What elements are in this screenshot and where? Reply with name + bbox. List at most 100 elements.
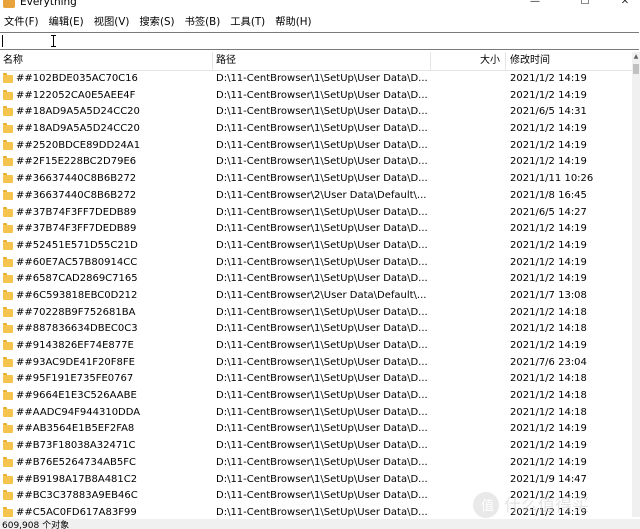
close-button[interactable]: ✕	[610, 0, 640, 10]
modified-date: 2021/1/2 14:19	[510, 89, 587, 101]
menu-search[interactable]: 搜索(S)	[137, 12, 176, 32]
maximize-button[interactable]: ☐	[570, 0, 600, 10]
table-row[interactable]: ##B76E5264734AB5FC D:\11-CentBrowser\1\Se…	[0, 455, 632, 472]
file-name: ##AADC94F944310DDA	[16, 406, 141, 418]
table-row[interactable]: ##70228B9F752681BA D:\11-CentBrowser\1\Se…	[0, 305, 632, 322]
table-row[interactable]: ##18AD9A5A5D24CC20 D:\11-CentBrowser\1\Se…	[0, 121, 632, 138]
file-name: ##102BDE035AC70C16	[16, 73, 138, 84]
file-name: ##B73F18038A32471C	[16, 440, 136, 452]
menu-bar: 文件(F) 编辑(E) 视图(V) 搜索(S) 书签(B) 工具(T) 帮助(H…	[0, 12, 640, 32]
file-path: D:\11-CentBrowser\1\SetUp\User Data\D...	[216, 73, 428, 84]
status-bar: 609,908 个对象	[0, 519, 640, 529]
folder-icon	[3, 173, 13, 184]
table-row[interactable]: ##887836634DBEC0C3 D:\11-CentBrowser\1\Se…	[0, 321, 632, 338]
file-name: ##B76E5264734AB5FC	[16, 456, 136, 468]
table-row[interactable]: ##B73F18038A32471C D:\11-CentBrowser\1\Se…	[0, 438, 632, 455]
menu-bookmarks[interactable]: 书签(B)	[183, 12, 223, 32]
file-path: D:\11-CentBrowser\1\SetUp\User Data\D...	[216, 490, 428, 502]
modified-date: 2021/1/2 14:19	[510, 440, 587, 452]
modified-date: 2021/7/6 23:04	[510, 356, 587, 368]
table-row[interactable]: ##2F15E228BC2D79E6 D:\11-CentBrowser\1\Se…	[0, 154, 632, 171]
menu-tools[interactable]: 工具(T)	[228, 12, 267, 32]
file-name: ##70228B9F752681BA	[16, 306, 136, 318]
file-name: ##95F191E735FE0767	[16, 373, 134, 385]
modified-date: 2021/1/2 14:19	[510, 139, 587, 151]
folder-icon	[3, 506, 13, 517]
table-row[interactable]: ##60E7AC57B80914CC D:\11-CentBrowser\1\Se…	[0, 255, 632, 272]
table-row[interactable]: ##6C593818EBC0D212 D:\11-CentBrowser\2\Us…	[0, 288, 632, 305]
table-row[interactable]: ##93AC9DE41F20F8FE D:\11-CentBrowser\1\Se…	[0, 355, 632, 372]
table-row[interactable]: ##37B74F3FF7DEDB89 D:\11-CentBrowser\1\Se…	[0, 205, 632, 222]
file-name: ##93AC9DE41F20F8FE	[16, 356, 135, 368]
file-path: D:\11-CentBrowser\1\SetUp\User Data\D...	[216, 340, 428, 351]
search-box[interactable]	[0, 32, 639, 50]
title-bar: Everything — ☐ ✕	[0, 0, 640, 10]
modified-date: 2021/1/2 14:19	[510, 256, 587, 268]
table-row[interactable]: ##B9198A17B8A481C2 D:\11-CentBrowser\1\Se…	[0, 472, 632, 489]
menu-file[interactable]: 文件(F)	[2, 12, 41, 32]
file-name: ##18AD9A5A5D24CC20	[16, 123, 140, 135]
ibeam-cursor-icon	[51, 35, 56, 47]
table-row[interactable]: ##9143826EF74E877E D:\11-CentBrowser\1\Se…	[0, 338, 632, 355]
column-divider[interactable]	[505, 52, 506, 70]
modified-date: 2021/6/5 14:27	[510, 206, 587, 218]
column-divider[interactable]	[212, 52, 213, 70]
file-name: ##AB3564E1B5EF2FA8	[16, 423, 135, 435]
menu-help[interactable]: 帮助(H)	[273, 12, 313, 32]
file-path: D:\11-CentBrowser\1\SetUp\User Data\D...	[216, 173, 428, 185]
file-name: ##36637440C8B6B272	[16, 189, 137, 201]
table-row[interactable]: ##102BDE035AC70C16 D:\11-CentBrowser\1\Se…	[0, 71, 632, 88]
modified-date: 2021/1/2 14:19	[510, 423, 587, 435]
folder-icon	[3, 123, 13, 134]
folder-icon	[3, 273, 13, 284]
file-name: ##60E7AC57B80914CC	[16, 256, 138, 268]
file-name: ##2520BDCE89DD24A1	[16, 139, 141, 151]
table-row[interactable]: ##95F191E735FE0767 D:\11-CentBrowser\1\Se…	[0, 371, 632, 388]
table-row[interactable]: ##BC3C37883A9EB46C D:\11-CentBrowser\1\Se…	[0, 488, 632, 505]
vertical-scrollbar[interactable]: ▲	[632, 52, 640, 517]
modified-date: 2021/6/5 14:31	[510, 106, 587, 118]
modified-date: 2021/1/2 14:19	[510, 156, 587, 168]
object-count: 609,908 个对象	[2, 521, 70, 529]
table-row[interactable]: ##6587CAD2869C7165 D:\11-CentBrowser\1\Se…	[0, 271, 632, 288]
modified-date: 2021/1/2 14:19	[510, 340, 587, 351]
table-row[interactable]: ##36637440C8B6B272 D:\11-CentBrowser\2\Us…	[0, 188, 632, 205]
column-header-modified[interactable]: 修改时间	[510, 52, 550, 70]
table-row[interactable]: ##52451E571D55C21D D:\11-CentBrowser\1\Se…	[0, 238, 632, 255]
minimize-button[interactable]: —	[520, 0, 550, 10]
column-header-name[interactable]: 名称	[3, 52, 23, 70]
file-name: ##6587CAD2869C7165	[16, 273, 138, 285]
search-input[interactable]	[2, 34, 602, 48]
table-row[interactable]: ##122052CA0E5AEE4F D:\11-CentBrowser\1\Se…	[0, 88, 632, 105]
column-header-path[interactable]: 路径	[216, 52, 236, 70]
file-path: D:\11-CentBrowser\1\SetUp\User Data\D...	[216, 89, 428, 101]
modified-date: 2021/1/2 14:19	[510, 223, 587, 235]
table-row[interactable]: ##9664E1E3C526AABE D:\11-CentBrowser\1\Se…	[0, 388, 632, 405]
file-name: ##37B74F3FF7DEDB89	[16, 223, 137, 235]
file-name: ##2F15E228BC2D79E6	[16, 156, 137, 168]
file-name: ##9664E1E3C526AABE	[16, 390, 137, 402]
folder-icon	[3, 156, 13, 167]
menu-edit[interactable]: 编辑(E)	[47, 12, 86, 32]
scrollbar-thumb[interactable]	[633, 64, 639, 74]
scroll-up-arrow-icon[interactable]: ▲	[632, 52, 640, 62]
table-row[interactable]: ##36637440C8B6B272 D:\11-CentBrowser\1\Se…	[0, 171, 632, 188]
file-path: D:\11-CentBrowser\1\SetUp\User Data\D...	[216, 223, 428, 235]
file-path: D:\11-CentBrowser\1\SetUp\User Data\D...	[216, 239, 428, 251]
file-name: ##18AD9A5A5D24CC20	[16, 106, 140, 118]
table-row[interactable]: ##37B74F3FF7DEDB89 D:\11-CentBrowser\1\Se…	[0, 221, 632, 238]
table-row[interactable]: ##AADC94F944310DDA D:\11-CentBrowser\1\Se…	[0, 405, 632, 422]
file-path: D:\11-CentBrowser\1\SetUp\User Data\D...	[216, 139, 428, 151]
table-row[interactable]: ##2520BDCE89DD24A1 D:\11-CentBrowser\1\Se…	[0, 138, 632, 155]
folder-icon	[3, 89, 13, 100]
file-path: D:\11-CentBrowser\1\SetUp\User Data\D...	[216, 106, 428, 118]
file-path: D:\11-CentBrowser\1\SetUp\User Data\D...	[216, 406, 428, 418]
file-name: ##887836634DBEC0C3	[16, 323, 138, 335]
folder-icon	[3, 206, 13, 217]
modified-date: 2021/1/8 16:45	[510, 189, 587, 201]
menu-view[interactable]: 视图(V)	[92, 12, 132, 32]
column-header-size[interactable]: 大小	[430, 52, 500, 70]
table-row[interactable]: ##AB3564E1B5EF2FA8 D:\11-CentBrowser\1\Se…	[0, 421, 632, 438]
table-row[interactable]: ##18AD9A5A5D24CC20 D:\11-CentBrowser\1\Se…	[0, 104, 632, 121]
folder-icon	[3, 189, 13, 200]
